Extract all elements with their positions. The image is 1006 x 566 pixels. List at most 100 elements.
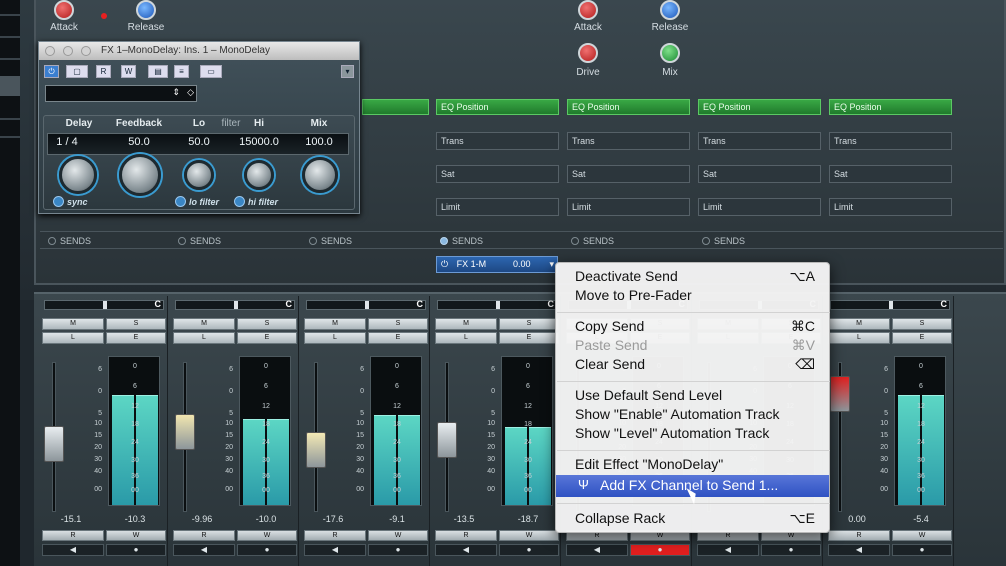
delay-value[interactable]: 1 / 4 — [42, 136, 92, 148]
peak-readout[interactable]: -9.1 — [372, 514, 422, 524]
limit-slot[interactable]: Limit — [436, 198, 559, 216]
preset-stepper-icon[interactable]: ⇕ — [172, 87, 180, 98]
menu-item-use-default-send-level[interactable]: Use Default Send Level — [556, 386, 829, 405]
solo-button[interactable]: S — [499, 318, 559, 330]
chevron-down-icon[interactable]: ▾ — [549, 259, 554, 270]
sends-toggle[interactable]: SENDS — [48, 236, 91, 246]
attack-knob[interactable] — [54, 0, 74, 20]
menu-item-show-enable-automation[interactable]: Show "Enable" Automation Track — [556, 405, 829, 424]
solo-button[interactable]: S — [368, 318, 428, 330]
sends-toggle[interactable]: SENDS — [702, 236, 745, 246]
sat-slot[interactable]: Sat — [698, 165, 821, 183]
menu-item-deactivate-send[interactable]: Deactivate Send ⌥A — [556, 267, 829, 286]
eq-position-slot[interactable]: EQ Position — [436, 99, 559, 115]
hi-value[interactable]: 15000.0 — [234, 136, 284, 148]
listen-button[interactable]: L — [828, 332, 890, 344]
feedback-knob[interactable] — [119, 154, 161, 196]
power-icon[interactable]: ⏻ — [44, 65, 59, 78]
menu-item-collapse-rack[interactable]: Collapse Rack ⌥E — [556, 509, 829, 528]
sat-slot[interactable]: Sat — [436, 165, 559, 183]
pan-slider[interactable]: C — [306, 299, 426, 310]
limit-slot[interactable]: Limit — [698, 198, 821, 216]
plugin-title-bar[interactable]: FX 1–MonoDelay: Ins. 1 – MonoDelay — [39, 42, 359, 60]
monitor-icon[interactable]: ◀ — [566, 544, 628, 556]
listen-button[interactable]: L — [42, 332, 104, 344]
hi-filter-switch[interactable]: hi filter — [234, 196, 278, 207]
solo-button[interactable]: S — [106, 318, 166, 330]
read-automation-button[interactable]: R — [96, 65, 111, 78]
feedback-value[interactable]: 50.0 — [114, 136, 164, 148]
volume-fader[interactable] — [830, 376, 850, 412]
preset-menu-icon[interactable]: ◇ — [187, 87, 194, 98]
volume-readout[interactable]: -15.1 — [46, 514, 96, 524]
power-icon[interactable]: ⏻ — [441, 259, 448, 269]
bypass-icon[interactable]: ▢ — [66, 65, 88, 78]
record-icon[interactable]: ● — [368, 544, 428, 556]
sends-toggle[interactable]: SENDS — [178, 236, 221, 246]
read-automation-button[interactable]: R — [42, 530, 104, 541]
mute-button[interactable]: M — [435, 318, 497, 330]
peak-readout[interactable]: -10.0 — [241, 514, 291, 524]
sat-slot[interactable]: Sat — [567, 165, 690, 183]
mute-button[interactable]: M — [304, 318, 366, 330]
sync-switch[interactable]: sync — [53, 196, 88, 207]
mute-button[interactable]: M — [42, 318, 104, 330]
mute-button[interactable]: M — [828, 318, 890, 330]
drive-knob[interactable] — [578, 43, 598, 63]
write-automation-button[interactable]: W — [237, 530, 297, 541]
release-knob[interactable] — [660, 0, 680, 20]
pan-slider[interactable]: C — [175, 299, 295, 310]
pan-slider[interactable]: C — [830, 299, 950, 310]
eq-position-slot[interactable]: EQ Position — [829, 99, 952, 115]
menu-icon[interactable]: ≡ — [174, 65, 189, 78]
minimize-window-button[interactable] — [63, 46, 73, 56]
monitor-icon[interactable]: ◀ — [828, 544, 890, 556]
delay-knob[interactable] — [59, 156, 97, 194]
lo-filter-switch[interactable]: lo filter — [175, 196, 219, 207]
hi-filter-knob[interactable] — [244, 160, 274, 190]
collapse-icon[interactable]: ▾ — [341, 65, 354, 78]
volume-readout[interactable]: -9.96 — [177, 514, 227, 524]
write-automation-button[interactable]: W — [892, 530, 952, 541]
limit-slot[interactable]: Limit — [567, 198, 690, 216]
record-icon[interactable]: ● — [892, 544, 952, 556]
volume-fader[interactable] — [175, 414, 195, 450]
read-automation-button[interactable]: R — [828, 530, 890, 541]
read-automation-button[interactable]: R — [435, 530, 497, 541]
pan-slider[interactable]: C — [44, 299, 164, 310]
solo-button[interactable]: S — [892, 318, 952, 330]
menu-item-show-level-automation[interactable]: Show "Level" Automation Track — [556, 424, 829, 443]
eq-position-slot[interactable]: EQ Position — [698, 99, 821, 115]
edit-button[interactable]: E — [892, 332, 952, 344]
trans-slot[interactable]: Trans — [829, 132, 952, 150]
menu-item-move-to-pre-fader[interactable]: Move to Pre-Fader — [556, 286, 829, 305]
mute-button[interactable]: M — [173, 318, 235, 330]
send-slot-1[interactable]: ⏻ FX 1-M 0.00 ▾ — [436, 256, 558, 273]
limit-slot[interactable]: Limit — [829, 198, 952, 216]
pan-slider[interactable]: C — [437, 299, 557, 310]
edit-button[interactable]: E — [368, 332, 428, 344]
listen-button[interactable]: L — [304, 332, 366, 344]
menu-item-clear-send[interactable]: Clear Send ⌫ — [556, 355, 829, 374]
volume-readout[interactable]: 0.00 — [832, 514, 882, 524]
write-automation-button[interactable]: W — [368, 530, 428, 541]
sends-toggle[interactable]: SENDS — [440, 236, 483, 246]
edit-button[interactable]: E — [499, 332, 559, 344]
menu-item-edit-effect[interactable]: Edit Effect "MonoDelay" — [556, 455, 829, 474]
record-icon[interactable]: ● — [499, 544, 559, 556]
edit-button[interactable]: E — [106, 332, 166, 344]
peak-readout[interactable]: -5.4 — [896, 514, 946, 524]
listen-button[interactable]: L — [173, 332, 235, 344]
volume-readout[interactable]: -17.6 — [308, 514, 358, 524]
monitor-icon[interactable]: ◀ — [304, 544, 366, 556]
write-automation-button[interactable]: W — [121, 65, 136, 78]
sends-toggle[interactable]: SENDS — [571, 236, 614, 246]
write-automation-button[interactable]: W — [106, 530, 166, 541]
record-icon[interactable]: ● — [761, 544, 821, 556]
release-knob[interactable] — [136, 0, 156, 20]
preset-field[interactable]: ⇕ ◇ — [45, 85, 197, 102]
volume-fader[interactable] — [44, 426, 64, 462]
peak-readout[interactable]: -18.7 — [503, 514, 553, 524]
eq-position-slot[interactable] — [362, 99, 429, 115]
eq-position-slot[interactable]: EQ Position — [567, 99, 690, 115]
